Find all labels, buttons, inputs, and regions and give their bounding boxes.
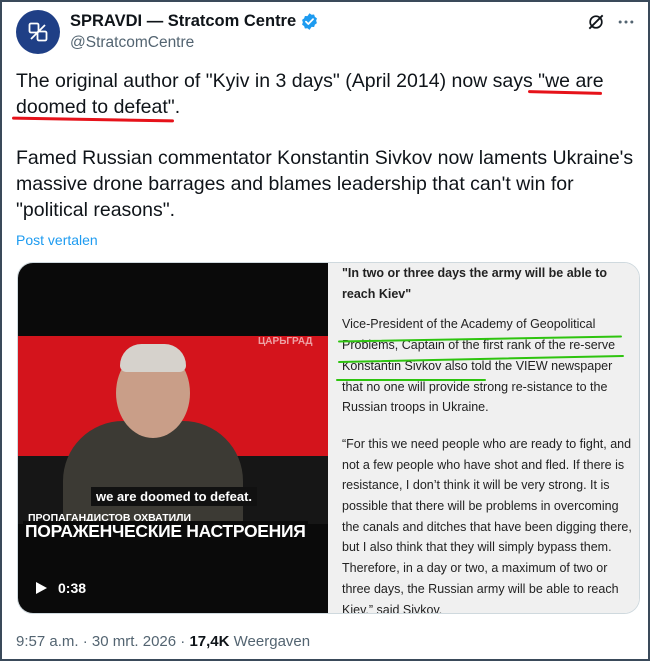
avatar[interactable] <box>16 10 60 54</box>
play-icon[interactable] <box>34 581 48 595</box>
translate-post-link[interactable]: Post vertalen <box>16 232 98 248</box>
spravdi-logo-icon <box>28 22 48 42</box>
display-name[interactable]: SPRAVDI — Stratcom Centre <box>70 12 296 31</box>
green-underline-3 <box>336 379 486 381</box>
media-card[interactable]: ЦАРЬГРАД we are doomed to defeat. ПРОПАГ… <box>17 262 640 614</box>
speaker-hair <box>120 344 186 372</box>
grok-icon[interactable] <box>586 12 606 32</box>
separator-1: · <box>82 633 92 650</box>
article-paragraph-2: “For this we need people who are ready t… <box>342 436 632 613</box>
tweet-paragraph-1: The original author of "Kyiv in 3 days" … <box>16 70 604 118</box>
article-screenshot: "In two or three days the army will be a… <box>328 263 639 613</box>
verified-badge-icon <box>302 12 318 30</box>
more-icon[interactable] <box>616 12 636 32</box>
channel-logo: ЦАРЬГРАД <box>258 336 313 347</box>
views-label: Weergaven <box>233 633 311 650</box>
video-player[interactable]: ЦАРЬГРАД we are doomed to defeat. ПРОПАГ… <box>18 263 328 613</box>
video-caption-big: ПОРАЖЕНЧЕСКИЕ НАСТРОЕНИЯ <box>23 521 308 542</box>
article-paragraph-1: Vice-President of the Academy of Geopoli… <box>342 317 616 415</box>
tweet-paragraph-2: Famed Russian commentator Konstantin Siv… <box>16 147 634 221</box>
video-subtitle: we are doomed to defeat. <box>91 487 258 506</box>
post-time[interactable]: 9:57 a.m. <box>16 633 79 650</box>
views-count: 17,4K <box>189 633 230 650</box>
tweet-footer: 9:57 a.m. · 30 mrt. 2026 · 17,4K Weergav… <box>16 633 310 650</box>
tweet-text: The original author of "Kyiv in 3 days" … <box>16 68 636 248</box>
tweet-header: SPRAVDI — Stratcom Centre @StratcomCentr… <box>16 8 636 58</box>
handle[interactable]: @StratcomCentre <box>70 34 319 52</box>
article-heading: "In two or three days the army will be a… <box>342 266 608 301</box>
video-duration: 0:38 <box>58 580 87 596</box>
post-date[interactable]: 30 mrt. 2026 <box>92 633 176 650</box>
